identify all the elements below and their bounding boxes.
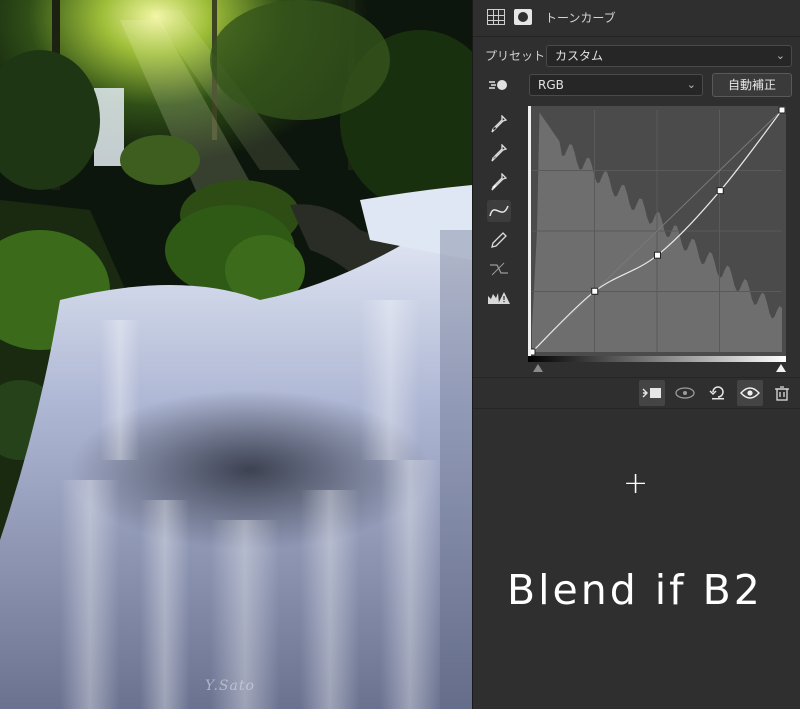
curve-control-point[interactable] (653, 251, 661, 259)
black-point-eyedropper-icon[interactable] (487, 113, 511, 135)
photographer-signature: Y.Sato (205, 678, 255, 694)
black-point-slider[interactable] (533, 364, 543, 372)
waterfall-photo (0, 0, 472, 709)
properties-panel: トーンカーブ プリセット： カスタム ⌄ RGB ⌄ 自動補正 + Blend … (472, 0, 800, 709)
trash-icon[interactable] (769, 380, 795, 406)
curve-control-point[interactable] (716, 187, 724, 195)
reset-icon[interactable] (705, 380, 731, 406)
header-divider (473, 36, 800, 37)
panel-header: トーンカーブ (473, 0, 800, 36)
channel-value: RGB (538, 78, 564, 92)
layer-mask-icon[interactable] (514, 9, 532, 25)
panel-title: トーンカーブ (545, 11, 616, 25)
white-point-eyedropper-icon[interactable] (487, 171, 511, 193)
chevron-down-icon: ⌄ (686, 78, 696, 91)
visibility-eye-icon[interactable] (737, 380, 763, 406)
preset-select[interactable]: カスタム ⌄ (546, 45, 792, 67)
output-gradient-bar (528, 356, 786, 362)
target-adjust-icon[interactable] (487, 74, 511, 96)
panel-footer (473, 377, 800, 409)
curve-control-point[interactable] (591, 287, 599, 295)
smooth-curve-icon[interactable] (487, 258, 511, 280)
adjustment-grid-icon[interactable] (487, 9, 505, 25)
gray-point-eyedropper-icon[interactable] (487, 142, 511, 164)
tone-curve-graph[interactable] (528, 106, 786, 364)
input-gradient-bar (528, 106, 531, 356)
blend-if-caption: Blend if B2 (507, 566, 763, 614)
chevron-down-icon: ⌄ (775, 49, 785, 62)
photo-canvas: Y.Sato (0, 0, 472, 709)
view-previous-state-icon[interactable] (672, 380, 698, 406)
clipping-warning-icon[interactable] (487, 287, 511, 309)
curve-plot[interactable] (528, 106, 786, 364)
pencil-draw-icon[interactable] (487, 229, 511, 251)
channel-select[interactable]: RGB ⌄ (529, 74, 703, 96)
clip-to-layer-icon[interactable] (639, 380, 665, 406)
preset-value: カスタム (555, 49, 604, 63)
curve-point-edit-icon[interactable] (487, 200, 511, 222)
white-point-slider[interactable] (776, 364, 786, 372)
auto-button[interactable]: 自動補正 (712, 73, 792, 97)
curve-control-point[interactable] (778, 106, 786, 114)
plus-sign: + (623, 466, 649, 501)
